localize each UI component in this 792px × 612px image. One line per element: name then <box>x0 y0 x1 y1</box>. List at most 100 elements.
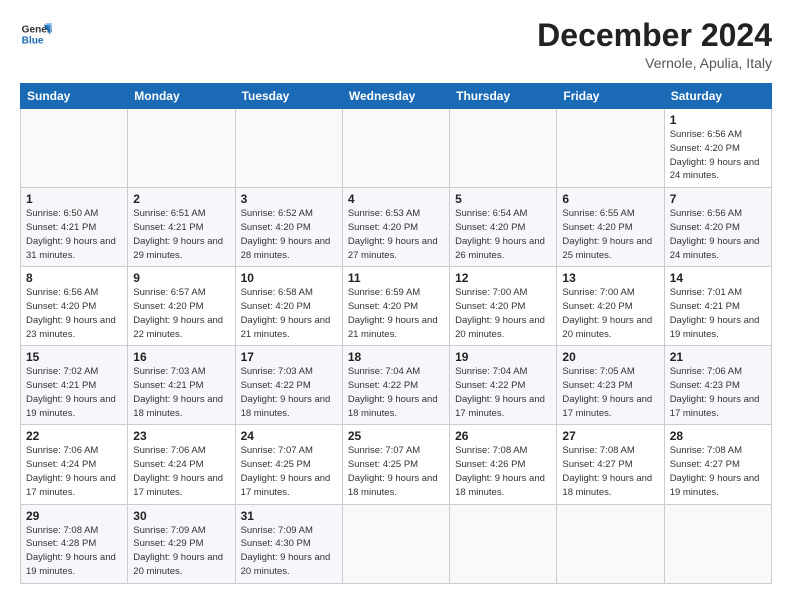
col-wednesday: Wednesday <box>342 84 449 109</box>
table-row: 21Sunrise: 7:06 AMSunset: 4:23 PMDayligh… <box>664 346 771 425</box>
day-info: Sunrise: 7:06 AMSunset: 4:24 PMDaylight:… <box>26 444 122 499</box>
day-info: Sunrise: 7:08 AMSunset: 4:27 PMDaylight:… <box>670 444 766 499</box>
table-row: 3Sunrise: 6:52 AMSunset: 4:20 PMDaylight… <box>235 188 342 267</box>
day-number: 2 <box>133 192 229 206</box>
day-number: 1 <box>26 192 122 206</box>
day-number: 31 <box>241 509 337 523</box>
table-row <box>128 109 235 188</box>
day-number: 15 <box>26 350 122 364</box>
day-number: 23 <box>133 429 229 443</box>
day-info: Sunrise: 6:56 AMSunset: 4:20 PMDaylight:… <box>670 128 766 183</box>
day-number: 22 <box>26 429 122 443</box>
table-row: 4Sunrise: 6:53 AMSunset: 4:20 PMDaylight… <box>342 188 449 267</box>
day-number: 16 <box>133 350 229 364</box>
title-block: December 2024 Vernole, Apulia, Italy <box>537 18 772 71</box>
day-info: Sunrise: 7:00 AMSunset: 4:20 PMDaylight:… <box>562 286 658 341</box>
day-number: 11 <box>348 271 444 285</box>
day-number: 20 <box>562 350 658 364</box>
col-thursday: Thursday <box>450 84 557 109</box>
table-row <box>21 109 128 188</box>
table-row <box>664 504 771 583</box>
day-number: 13 <box>562 271 658 285</box>
day-info: Sunrise: 6:58 AMSunset: 4:20 PMDaylight:… <box>241 286 337 341</box>
table-row: 17Sunrise: 7:03 AMSunset: 4:22 PMDayligh… <box>235 346 342 425</box>
day-number: 26 <box>455 429 551 443</box>
table-row: 20Sunrise: 7:05 AMSunset: 4:23 PMDayligh… <box>557 346 664 425</box>
logo: General Blue <box>20 18 52 50</box>
day-info: Sunrise: 6:54 AMSunset: 4:20 PMDaylight:… <box>455 207 551 262</box>
day-info: Sunrise: 7:02 AMSunset: 4:21 PMDaylight:… <box>26 365 122 420</box>
day-info: Sunrise: 7:01 AMSunset: 4:21 PMDaylight:… <box>670 286 766 341</box>
col-sunday: Sunday <box>21 84 128 109</box>
table-row: 24Sunrise: 7:07 AMSunset: 4:25 PMDayligh… <box>235 425 342 504</box>
table-row <box>557 109 664 188</box>
table-row: 10Sunrise: 6:58 AMSunset: 4:20 PMDayligh… <box>235 267 342 346</box>
table-row: 7Sunrise: 6:56 AMSunset: 4:20 PMDaylight… <box>664 188 771 267</box>
table-row: 14Sunrise: 7:01 AMSunset: 4:21 PMDayligh… <box>664 267 771 346</box>
day-info: Sunrise: 7:00 AMSunset: 4:20 PMDaylight:… <box>455 286 551 341</box>
table-row <box>342 504 449 583</box>
header: General Blue December 2024 Vernole, Apul… <box>20 18 772 71</box>
day-info: Sunrise: 6:51 AMSunset: 4:21 PMDaylight:… <box>133 207 229 262</box>
day-info: Sunrise: 6:50 AMSunset: 4:21 PMDaylight:… <box>26 207 122 262</box>
calendar-table: Sunday Monday Tuesday Wednesday Thursday… <box>20 83 772 583</box>
table-row: 23Sunrise: 7:06 AMSunset: 4:24 PMDayligh… <box>128 425 235 504</box>
day-info: Sunrise: 7:08 AMSunset: 4:28 PMDaylight:… <box>26 524 122 579</box>
day-number: 12 <box>455 271 551 285</box>
table-row <box>450 504 557 583</box>
day-number: 10 <box>241 271 337 285</box>
table-row: 29Sunrise: 7:08 AMSunset: 4:28 PMDayligh… <box>21 504 128 583</box>
day-number: 28 <box>670 429 766 443</box>
day-info: Sunrise: 6:55 AMSunset: 4:20 PMDaylight:… <box>562 207 658 262</box>
day-info: Sunrise: 7:03 AMSunset: 4:22 PMDaylight:… <box>241 365 337 420</box>
table-row: 25Sunrise: 7:07 AMSunset: 4:25 PMDayligh… <box>342 425 449 504</box>
day-info: Sunrise: 6:57 AMSunset: 4:20 PMDaylight:… <box>133 286 229 341</box>
day-number: 18 <box>348 350 444 364</box>
table-row: 18Sunrise: 7:04 AMSunset: 4:22 PMDayligh… <box>342 346 449 425</box>
day-number: 3 <box>241 192 337 206</box>
day-info: Sunrise: 6:56 AMSunset: 4:20 PMDaylight:… <box>26 286 122 341</box>
day-number: 14 <box>670 271 766 285</box>
day-info: Sunrise: 7:07 AMSunset: 4:25 PMDaylight:… <box>348 444 444 499</box>
table-row: 19Sunrise: 7:04 AMSunset: 4:22 PMDayligh… <box>450 346 557 425</box>
day-info: Sunrise: 7:04 AMSunset: 4:22 PMDaylight:… <box>348 365 444 420</box>
day-number: 6 <box>562 192 658 206</box>
col-saturday: Saturday <box>664 84 771 109</box>
table-row: 5Sunrise: 6:54 AMSunset: 4:20 PMDaylight… <box>450 188 557 267</box>
day-info: Sunrise: 6:52 AMSunset: 4:20 PMDaylight:… <box>241 207 337 262</box>
table-row: 30Sunrise: 7:09 AMSunset: 4:29 PMDayligh… <box>128 504 235 583</box>
day-info: Sunrise: 6:53 AMSunset: 4:20 PMDaylight:… <box>348 207 444 262</box>
table-row: 8Sunrise: 6:56 AMSunset: 4:20 PMDaylight… <box>21 267 128 346</box>
day-number: 5 <box>455 192 551 206</box>
day-info: Sunrise: 7:06 AMSunset: 4:24 PMDaylight:… <box>133 444 229 499</box>
logo-icon: General Blue <box>20 18 52 50</box>
day-info: Sunrise: 7:08 AMSunset: 4:27 PMDaylight:… <box>562 444 658 499</box>
col-tuesday: Tuesday <box>235 84 342 109</box>
table-row: 31Sunrise: 7:09 AMSunset: 4:30 PMDayligh… <box>235 504 342 583</box>
table-row: 22Sunrise: 7:06 AMSunset: 4:24 PMDayligh… <box>21 425 128 504</box>
table-row: 27Sunrise: 7:08 AMSunset: 4:27 PMDayligh… <box>557 425 664 504</box>
table-row: 11Sunrise: 6:59 AMSunset: 4:20 PMDayligh… <box>342 267 449 346</box>
page: General Blue December 2024 Vernole, Apul… <box>0 0 792 594</box>
calendar-header-row: Sunday Monday Tuesday Wednesday Thursday… <box>21 84 772 109</box>
day-number: 1 <box>670 113 766 127</box>
table-row: 2Sunrise: 6:51 AMSunset: 4:21 PMDaylight… <box>128 188 235 267</box>
day-number: 17 <box>241 350 337 364</box>
svg-text:Blue: Blue <box>22 35 44 46</box>
table-row: 6Sunrise: 6:55 AMSunset: 4:20 PMDaylight… <box>557 188 664 267</box>
location: Vernole, Apulia, Italy <box>537 55 772 71</box>
month-title: December 2024 <box>537 18 772 53</box>
day-info: Sunrise: 6:56 AMSunset: 4:20 PMDaylight:… <box>670 207 766 262</box>
day-number: 29 <box>26 509 122 523</box>
day-info: Sunrise: 7:08 AMSunset: 4:26 PMDaylight:… <box>455 444 551 499</box>
day-number: 24 <box>241 429 337 443</box>
day-info: Sunrise: 7:03 AMSunset: 4:21 PMDaylight:… <box>133 365 229 420</box>
day-info: Sunrise: 7:06 AMSunset: 4:23 PMDaylight:… <box>670 365 766 420</box>
day-info: Sunrise: 6:59 AMSunset: 4:20 PMDaylight:… <box>348 286 444 341</box>
day-number: 19 <box>455 350 551 364</box>
col-friday: Friday <box>557 84 664 109</box>
day-info: Sunrise: 7:09 AMSunset: 4:30 PMDaylight:… <box>241 524 337 579</box>
day-number: 7 <box>670 192 766 206</box>
table-row: 15Sunrise: 7:02 AMSunset: 4:21 PMDayligh… <box>21 346 128 425</box>
day-info: Sunrise: 7:04 AMSunset: 4:22 PMDaylight:… <box>455 365 551 420</box>
